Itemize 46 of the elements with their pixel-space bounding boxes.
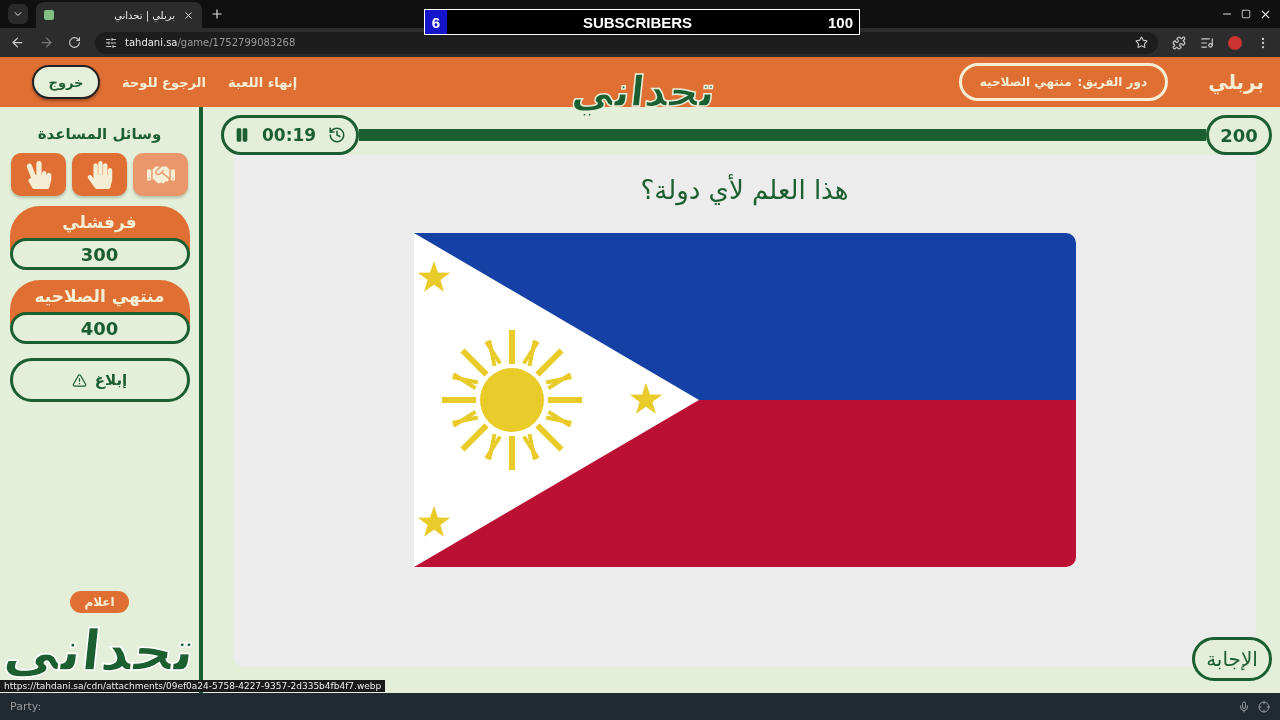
address-bar[interactable]: tahdani.sa/game/1752799083268 xyxy=(95,31,1158,54)
subscriber-count: 6 xyxy=(425,10,447,34)
media-icon[interactable] xyxy=(1200,35,1214,50)
close-icon[interactable] xyxy=(183,9,194,21)
question-text: هذا العلم لأي دولة؟ xyxy=(640,175,849,205)
open-hand-icon xyxy=(85,160,114,189)
new-tab-icon[interactable] xyxy=(210,7,224,21)
turn-label: دور الفريق: xyxy=(1077,75,1148,89)
reset-timer-icon[interactable] xyxy=(328,126,347,144)
site-settings-icon[interactable] xyxy=(105,36,117,49)
microphone-icon[interactable] xyxy=(1238,700,1250,713)
warning-icon xyxy=(71,372,87,388)
question-points: 200 xyxy=(1206,115,1272,155)
exit-button[interactable]: خروج xyxy=(32,65,100,99)
answer-button[interactable]: الإجابة xyxy=(1192,637,1272,681)
timer-text: 00:19 xyxy=(262,125,317,145)
url-host: tahdani.sa xyxy=(125,37,178,48)
game-title: بربلي xyxy=(1208,70,1264,94)
profile-avatar[interactable] xyxy=(1228,35,1242,50)
subscriber-label: SUBSCRIBERS xyxy=(581,13,694,31)
report-button[interactable]: إبلاغ xyxy=(9,358,190,402)
flags-category-badge: اعلام xyxy=(70,591,129,613)
party-label: Party: xyxy=(10,700,42,713)
restore-icon[interactable] xyxy=(1241,9,1251,19)
extensions-icon[interactable] xyxy=(1172,35,1186,50)
team-score: 300 xyxy=(9,238,190,270)
target-icon[interactable] xyxy=(1258,700,1270,713)
url-path: /game/1752799083268 xyxy=(177,37,296,48)
help-aid-button[interactable] xyxy=(11,153,66,196)
reload-icon[interactable] xyxy=(68,36,81,49)
turn-team: منتهي الصلاحيه xyxy=(979,75,1072,89)
logo: تحداني xyxy=(1,623,198,679)
favicon-icon xyxy=(44,10,54,20)
status-link-url: https://tahdani.sa/cdn/attachments/09ef0a24-5758-4227-9357-2d335b4fb4f7.webp xyxy=(0,680,386,692)
bookmark-star-icon[interactable] xyxy=(1135,36,1148,49)
tab-title: بربلي | تحداني xyxy=(113,9,175,21)
browser-tab[interactable]: بربلي | تحداني xyxy=(36,2,202,28)
help-aid-button[interactable] xyxy=(72,153,127,196)
sidebar-title: وسائل المساعدة xyxy=(37,125,162,143)
back-icon[interactable] xyxy=(10,35,25,50)
forward-icon[interactable] xyxy=(39,35,54,50)
subscriber-goal: 100 xyxy=(827,13,854,31)
tab-menu-button[interactable] xyxy=(8,4,28,24)
team-score: 400 xyxy=(9,312,190,344)
peace-hand-icon xyxy=(24,160,53,189)
pause-icon[interactable] xyxy=(234,127,250,143)
